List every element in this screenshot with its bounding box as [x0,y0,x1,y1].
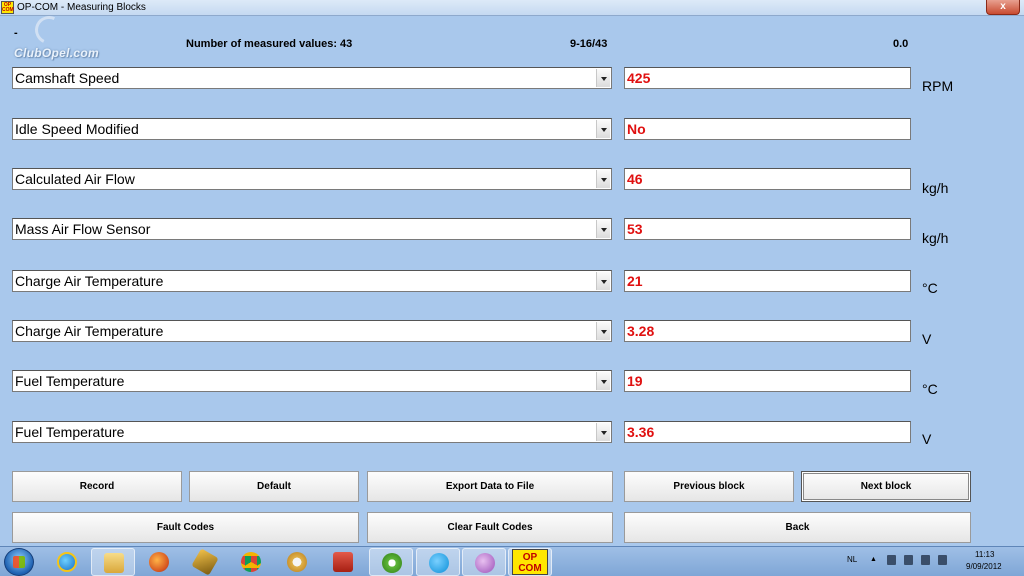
measure-select-label: Fuel Temperature [15,373,125,389]
utorrent-taskbar-button[interactable] [369,548,413,576]
chrome-taskbar-button[interactable] [229,548,273,576]
measure-select-8[interactable]: Fuel Temperature [12,421,612,443]
utorrent-icon [382,553,402,573]
ie-taskbar-button[interactable] [45,548,89,576]
measure-value-text: 53 [627,221,643,237]
measure-value-text: 46 [627,171,643,187]
dropdown-arrow-icon[interactable] [596,272,610,290]
header-value: 0.0 [893,38,909,50]
opcom-icon: OP COM [512,549,548,575]
opcom-label-bottom: COM [518,563,542,574]
dropdown-arrow-icon[interactable] [596,322,610,340]
measure-value-text: 425 [627,70,651,86]
measure-value-4: 53 [624,218,911,240]
skype-icon [429,553,449,573]
network-icon[interactable] [921,555,930,565]
measure-unit-1: RPM [922,78,954,94]
close-button[interactable]: x [986,0,1020,15]
start-icon[interactable] [4,548,34,576]
volume-icon[interactable] [938,555,947,565]
clubopel-logo: ClubOpel.com [14,46,99,60]
measure-value-1: 425 [624,67,911,89]
media-taskbar-button[interactable] [321,548,365,576]
clear-fault-codes-button[interactable]: Clear Fault Codes [367,512,613,543]
measure-value-text: 3.28 [627,323,655,339]
measure-select-7[interactable]: Fuel Temperature [12,370,612,392]
measure-value-3: 46 [624,168,911,190]
measure-select-label: Camshaft Speed [15,70,120,86]
next-block-button[interactable]: Next block [801,471,971,502]
paint-icon [287,552,307,572]
measure-unit-6: V [922,331,932,347]
measure-value-8: 3.36 [624,421,911,443]
previous-block-button[interactable]: Previous block [624,471,794,502]
measure-select-1[interactable]: Camshaft Speed [12,67,612,89]
messenger-icon [475,553,495,573]
measure-unit-7: °C [922,381,938,397]
measure-select-4[interactable]: Mass Air Flow Sensor [12,218,612,240]
dropdown-arrow-icon[interactable] [596,372,610,390]
clock-time[interactable]: 11:13 [975,550,994,559]
measure-value-2: No [624,118,911,140]
fault-codes-button[interactable]: Fault Codes [12,512,359,543]
media-icon [333,552,353,572]
firefox-taskbar-button[interactable] [137,548,181,576]
language-indicator[interactable]: NL [847,555,857,564]
default-button[interactable]: Default [189,471,359,502]
skype-taskbar-button[interactable] [416,548,460,576]
dropdown-arrow-icon[interactable] [596,170,610,188]
measure-unit-4: kg/h [922,230,949,246]
block-range: 9-16/43 [570,38,608,50]
record-button[interactable]: Record [12,471,182,502]
measure-unit-8: V [922,431,932,447]
explorer-icon [104,553,124,573]
explorer-taskbar-button[interactable] [91,548,135,576]
title-bar: OP COM OP-COM - Measuring Blocks x [0,0,1024,16]
dropdown-arrow-icon[interactable] [596,120,610,138]
measure-select-label: Fuel Temperature [15,424,125,440]
measure-select-label: Idle Speed Modified [15,121,139,137]
measure-value-text: 3.36 [627,424,655,440]
winamp-icon [191,548,219,576]
back-button[interactable]: Back [624,512,971,543]
opcom-label-top: OP [522,552,538,563]
export-data-button[interactable]: Export Data to File [367,471,613,502]
measure-value-6: 3.28 [624,320,911,342]
ie-icon [57,552,77,572]
dropdown-arrow-icon[interactable] [596,220,610,238]
measure-select-label: Charge Air Temperature [15,323,164,339]
firefox-icon [149,552,169,572]
measure-select-label: Mass Air Flow Sensor [15,221,151,237]
measure-select-6[interactable]: Charge Air Temperature [12,320,612,342]
measure-value-7: 19 [624,370,911,392]
measure-value-text: 21 [627,273,643,289]
measure-unit-5: °C [922,280,938,296]
dropdown-arrow-icon[interactable] [596,423,610,441]
window-title: OP-COM - Measuring Blocks [17,2,146,13]
measure-unit-3: kg/h [922,180,949,196]
measure-value-5: 21 [624,270,911,292]
measure-select-label: Charge Air Temperature [15,273,164,289]
measure-select-label: Calculated Air Flow [15,171,135,187]
battery-icon[interactable] [904,555,913,565]
measure-select-5[interactable]: Charge Air Temperature [12,270,612,292]
messenger-taskbar-button[interactable] [462,548,506,576]
paint-taskbar-button[interactable] [275,548,319,576]
measured-values-count: Number of measured values: 43 [186,38,353,50]
winamp-taskbar-button[interactable] [183,548,227,576]
chrome-icon [241,552,261,572]
measure-value-text: 19 [627,373,643,389]
measure-select-2[interactable]: Idle Speed Modified [12,118,612,140]
measure-select-3[interactable]: Calculated Air Flow [12,168,612,190]
measure-value-text: No [627,121,646,137]
flag-icon[interactable] [887,555,896,565]
opel-logo-icon [31,12,67,48]
opcom-app-icon: OP COM [1,1,14,14]
header-dash: - [14,27,18,39]
clock-date[interactable]: 9/09/2012 [966,562,1002,571]
show-hidden-icons-icon[interactable]: ▲ [870,556,877,563]
opcom-taskbar-button[interactable]: OP COM [508,548,552,576]
dropdown-arrow-icon[interactable] [596,69,610,87]
